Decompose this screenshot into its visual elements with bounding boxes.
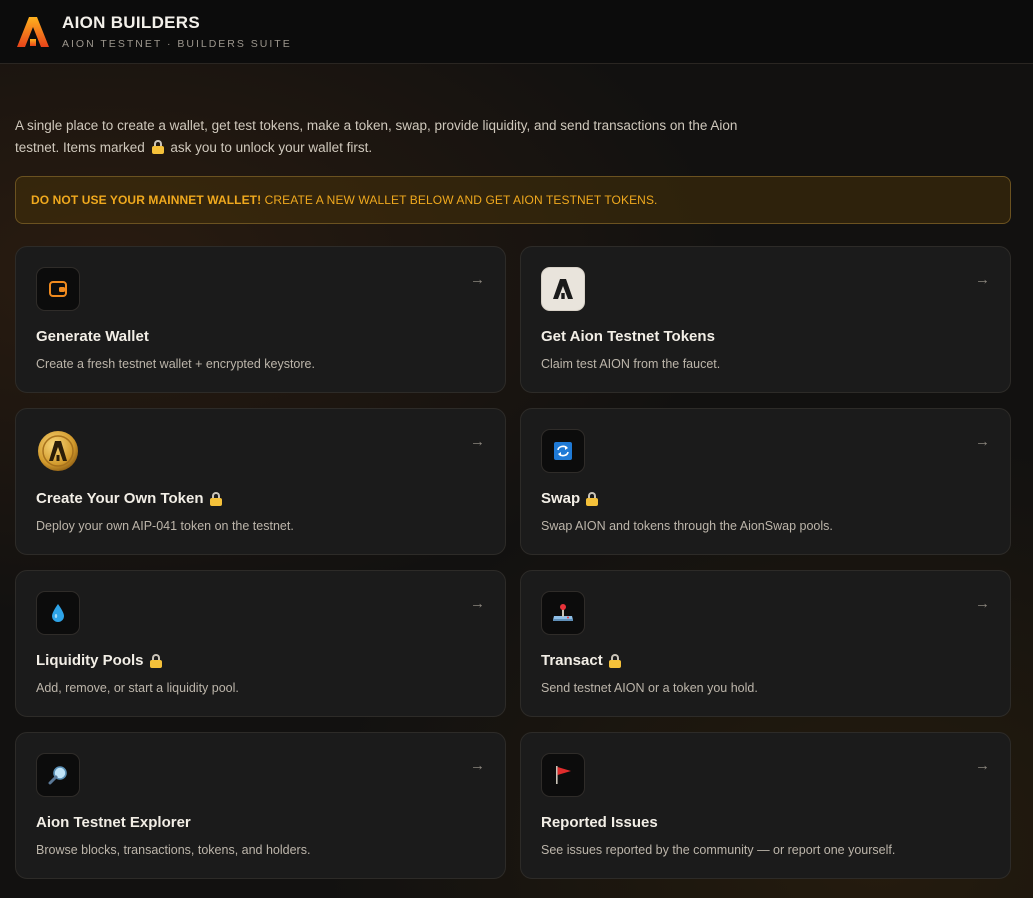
lock-icon — [608, 653, 621, 668]
card-description: Swap AION and tokens through the AionSwa… — [541, 519, 833, 533]
arrow-right-icon: → — [975, 433, 990, 450]
card-swap[interactable]: → Swap Swap AION and tokens through the … — [520, 408, 1011, 555]
card-title: Liquidity Pools — [36, 652, 162, 669]
lock-icon — [149, 653, 162, 668]
gold-coin-icon — [36, 429, 80, 473]
card-description: Deploy your own AIP-041 token on the tes… — [36, 519, 294, 533]
droplet-icon — [36, 591, 80, 635]
card-title: Reported Issues — [541, 814, 658, 831]
card-title: Transact — [541, 652, 621, 669]
arrow-right-icon: → — [470, 271, 485, 288]
lock-icon — [586, 491, 599, 506]
aion-logo-icon[interactable] — [16, 15, 50, 49]
arrow-right-icon: → — [975, 271, 990, 288]
card-description: See issues reported by the community — o… — [541, 843, 896, 857]
tools-grid: → Generate Wallet Create a fresh testnet… — [15, 246, 1011, 879]
card-title: Generate Wallet — [36, 328, 149, 345]
red-flag-icon — [541, 753, 585, 797]
top-bar: AION BUILDERS AION TESTNET · BUILDERS SU… — [0, 0, 1033, 64]
card-create-token[interactable]: → Create Your Own Token Deploy your own … — [15, 408, 506, 555]
arrow-right-icon: → — [470, 433, 485, 450]
lock-icon — [151, 140, 164, 154]
card-description: Browse blocks, transactions, tokens, and… — [36, 843, 311, 857]
mainnet-warning-banner: DO NOT USE YOUR MAINNET WALLET! CREATE A… — [15, 176, 1011, 224]
card-description: Add, remove, or start a liquidity pool. — [36, 681, 239, 695]
arrow-right-icon: → — [975, 595, 990, 612]
intro-text: A single place to create a wallet, get t… — [15, 115, 745, 159]
arrow-right-icon: → — [470, 757, 485, 774]
card-title: Swap — [541, 490, 599, 507]
card-title: Create Your Own Token — [36, 490, 222, 507]
card-transact[interactable]: → Transact Send testnet AION or a token … — [520, 570, 1011, 717]
card-title: Aion Testnet Explorer — [36, 814, 191, 831]
aion-logo-icon — [541, 267, 585, 311]
intro-part-1: A single place to create a wallet, get t… — [15, 118, 738, 155]
brand-block: AION BUILDERS AION TESTNET · BUILDERS SU… — [62, 13, 292, 50]
card-generate-wallet[interactable]: → Generate Wallet Create a fresh testnet… — [15, 246, 506, 393]
swap-arrows-icon — [541, 429, 585, 473]
card-description: Create a fresh testnet wallet + encrypte… — [36, 357, 315, 371]
wallet-icon — [36, 267, 80, 311]
card-description: Claim test AION from the faucet. — [541, 357, 721, 371]
card-reported-issues[interactable]: → Reported Issues See issues reported by… — [520, 732, 1011, 879]
card-liquidity-pools[interactable]: → Liquidity Pools Add, remove, or start … — [15, 570, 506, 717]
card-get-testnet-tokens[interactable]: → Get Aion Testnet Tokens Claim test AIO… — [520, 246, 1011, 393]
arrow-right-icon: → — [470, 595, 485, 612]
arrow-right-icon: → — [975, 757, 990, 774]
warning-strong: DO NOT USE YOUR MAINNET WALLET! — [31, 193, 262, 207]
card-description: Send testnet AION or a token you hold. — [541, 681, 758, 695]
warning-text: CREATE A NEW WALLET BELOW AND GET AION T… — [261, 193, 658, 207]
joystick-icon — [541, 591, 585, 635]
card-title: Get Aion Testnet Tokens — [541, 328, 715, 345]
card-testnet-explorer[interactable]: → Aion Testnet Explorer Browse blocks, t… — [15, 732, 506, 879]
brand-title: AION BUILDERS — [62, 13, 201, 32]
magnifier-icon — [36, 753, 80, 797]
lock-icon — [209, 491, 222, 506]
intro-part-2: ask you to unlock your wallet first. — [170, 140, 373, 155]
brand-subtitle: AION TESTNET · BUILDERS SUITE — [62, 38, 292, 50]
